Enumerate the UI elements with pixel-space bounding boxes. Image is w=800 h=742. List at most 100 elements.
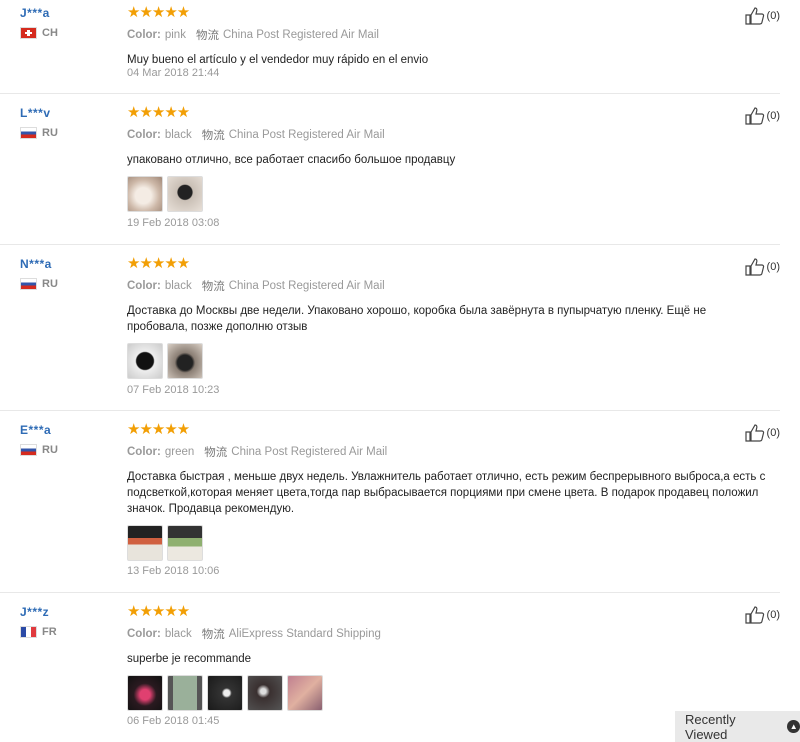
color-label: Color: bbox=[127, 446, 161, 458]
review-content: ★★★★★ Color: black 物流 AliExpress Standar… bbox=[127, 603, 767, 727]
review-date: 06 Feb 2018 01:45 bbox=[127, 715, 220, 727]
review-meta: Color: black 物流 China Post Registered Ai… bbox=[127, 278, 767, 294]
color-value: green bbox=[164, 446, 195, 458]
reviewer-info: J***z FR bbox=[20, 605, 115, 638]
shipping-icon: 物流 bbox=[201, 130, 225, 142]
review-photo-thumbnail[interactable] bbox=[167, 675, 203, 711]
reviewer-name: N***a bbox=[20, 257, 52, 271]
reviewer-country: CH bbox=[20, 27, 115, 39]
reviewer-country: FR bbox=[20, 626, 115, 638]
review-text: Доставка до Москвы две недели. Упаковано… bbox=[127, 305, 707, 333]
country-code: FR bbox=[42, 626, 57, 638]
reviewer-name: J***a bbox=[20, 6, 50, 20]
review-photo-thumbnail[interactable] bbox=[127, 675, 163, 711]
shipping-method: China Post Registered Air Mail bbox=[228, 129, 385, 141]
review-photos bbox=[127, 176, 767, 212]
reviewer-info: N***a RU bbox=[20, 257, 115, 290]
review-item: J***z FR ★★★★★ Color: black 物流 AliExpres… bbox=[0, 599, 780, 742]
color-label: Color: bbox=[127, 628, 161, 640]
shipping-icon: 物流 bbox=[201, 281, 225, 293]
color-label: Color: bbox=[127, 280, 161, 292]
shipping-method: China Post Registered Air Mail bbox=[231, 446, 388, 458]
reviewer-country: RU bbox=[20, 127, 115, 139]
country-code: RU bbox=[42, 444, 58, 456]
helpful-count: (0) bbox=[766, 10, 780, 22]
review-meta: Color: black 物流 China Post Registered Ai… bbox=[127, 127, 767, 143]
review-content: ★★★★★ Color: pink 物流 China Post Register… bbox=[127, 4, 767, 79]
review-photo-thumbnail[interactable] bbox=[127, 343, 163, 379]
review-text: Доставка быстрая , меньше двух недель. У… bbox=[127, 471, 766, 515]
review-meta: Color: black 物流 AliExpress Standard Ship… bbox=[127, 626, 767, 642]
reviewer-name: L***v bbox=[20, 106, 51, 120]
flag-ru-icon bbox=[20, 444, 37, 456]
shipping-method: China Post Registered Air Mail bbox=[228, 280, 385, 292]
color-label: Color: bbox=[127, 129, 161, 141]
review-photo-thumbnail[interactable] bbox=[167, 525, 203, 561]
helpful-count: (0) bbox=[766, 110, 780, 122]
reviewer-country: RU bbox=[20, 278, 115, 290]
review-photo-thumbnail[interactable] bbox=[287, 675, 323, 711]
flag-ru-icon bbox=[20, 278, 37, 290]
star-rating: ★★★★★ bbox=[127, 421, 190, 438]
star-rating: ★★★★★ bbox=[127, 603, 190, 620]
shipping-method: AliExpress Standard Shipping bbox=[228, 628, 381, 640]
shipping-method: China Post Registered Air Mail bbox=[222, 29, 379, 41]
review-text: superbe je recommande bbox=[127, 653, 252, 665]
thumbs-up-icon bbox=[744, 606, 764, 624]
review-photo-thumbnail[interactable] bbox=[167, 176, 203, 212]
review-date: 07 Feb 2018 10:23 bbox=[127, 384, 220, 396]
country-code: RU bbox=[42, 127, 58, 139]
review-date: 04 Mar 2018 21:44 bbox=[127, 67, 220, 79]
shipping-icon: 物流 bbox=[204, 447, 228, 459]
country-code: CH bbox=[42, 27, 58, 39]
review-photo-thumbnail[interactable] bbox=[247, 675, 283, 711]
review-content: ★★★★★ Color: black 物流 China Post Registe… bbox=[127, 104, 767, 229]
helpful-button[interactable]: (0) bbox=[744, 7, 780, 25]
helpful-button[interactable]: (0) bbox=[744, 424, 780, 442]
helpful-button[interactable]: (0) bbox=[744, 606, 780, 624]
review-photo-thumbnail[interactable] bbox=[207, 675, 243, 711]
review-photos bbox=[127, 675, 767, 711]
helpful-button[interactable]: (0) bbox=[744, 107, 780, 125]
helpful-count: (0) bbox=[766, 609, 780, 621]
review-date: 13 Feb 2018 10:06 bbox=[127, 565, 220, 577]
reviewer-name: E***a bbox=[20, 423, 52, 437]
review-photo-thumbnail[interactable] bbox=[127, 525, 163, 561]
color-value: black bbox=[164, 280, 192, 292]
thumbs-up-icon bbox=[744, 107, 764, 125]
shipping-icon: 物流 bbox=[201, 629, 225, 641]
helpful-count: (0) bbox=[766, 261, 780, 273]
review-item: E***a RU ★★★★★ Color: green 物流 China Pos… bbox=[0, 417, 780, 593]
recently-viewed-label: Recently Viewed bbox=[685, 711, 736, 742]
chevron-up-icon: ▲ bbox=[787, 720, 800, 733]
star-rating: ★★★★★ bbox=[127, 4, 190, 21]
reviewer-info: E***a RU bbox=[20, 423, 115, 456]
thumbs-up-icon bbox=[744, 7, 764, 25]
review-photos bbox=[127, 343, 767, 379]
color-label: Color: bbox=[127, 29, 161, 41]
shipping-icon: 物流 bbox=[195, 30, 219, 42]
review-photo-thumbnail[interactable] bbox=[167, 343, 203, 379]
reviewer-name: J***z bbox=[20, 605, 50, 619]
thumbs-up-icon bbox=[744, 424, 764, 442]
reviewer-country: RU bbox=[20, 444, 115, 456]
review-content: ★★★★★ Color: green 物流 China Post Registe… bbox=[127, 421, 767, 577]
color-value: black bbox=[164, 628, 192, 640]
review-text: Muy bueno el artículo y el vendedor muy … bbox=[127, 54, 429, 66]
helpful-button[interactable]: (0) bbox=[744, 258, 780, 276]
thumbs-up-icon bbox=[744, 258, 764, 276]
review-date: 19 Feb 2018 03:08 bbox=[127, 217, 220, 229]
reviewer-info: L***v RU bbox=[20, 106, 115, 139]
review-item: L***v RU ★★★★★ Color: black 物流 China Pos… bbox=[0, 100, 780, 245]
review-meta: Color: pink 物流 China Post Registered Air… bbox=[127, 27, 767, 43]
review-photos bbox=[127, 525, 767, 561]
recently-viewed-button[interactable]: Recently Viewed ▲ bbox=[675, 711, 800, 742]
color-value: pink bbox=[164, 29, 186, 41]
color-value: black bbox=[164, 129, 192, 141]
review-item: J***a CH ★★★★★ Color: pink 物流 China Post… bbox=[0, 0, 780, 94]
star-rating: ★★★★★ bbox=[127, 255, 190, 272]
review-text: упаковано отлично, все работает спасибо … bbox=[127, 154, 456, 166]
star-rating: ★★★★★ bbox=[127, 104, 190, 121]
helpful-count: (0) bbox=[766, 427, 780, 439]
review-photo-thumbnail[interactable] bbox=[127, 176, 163, 212]
